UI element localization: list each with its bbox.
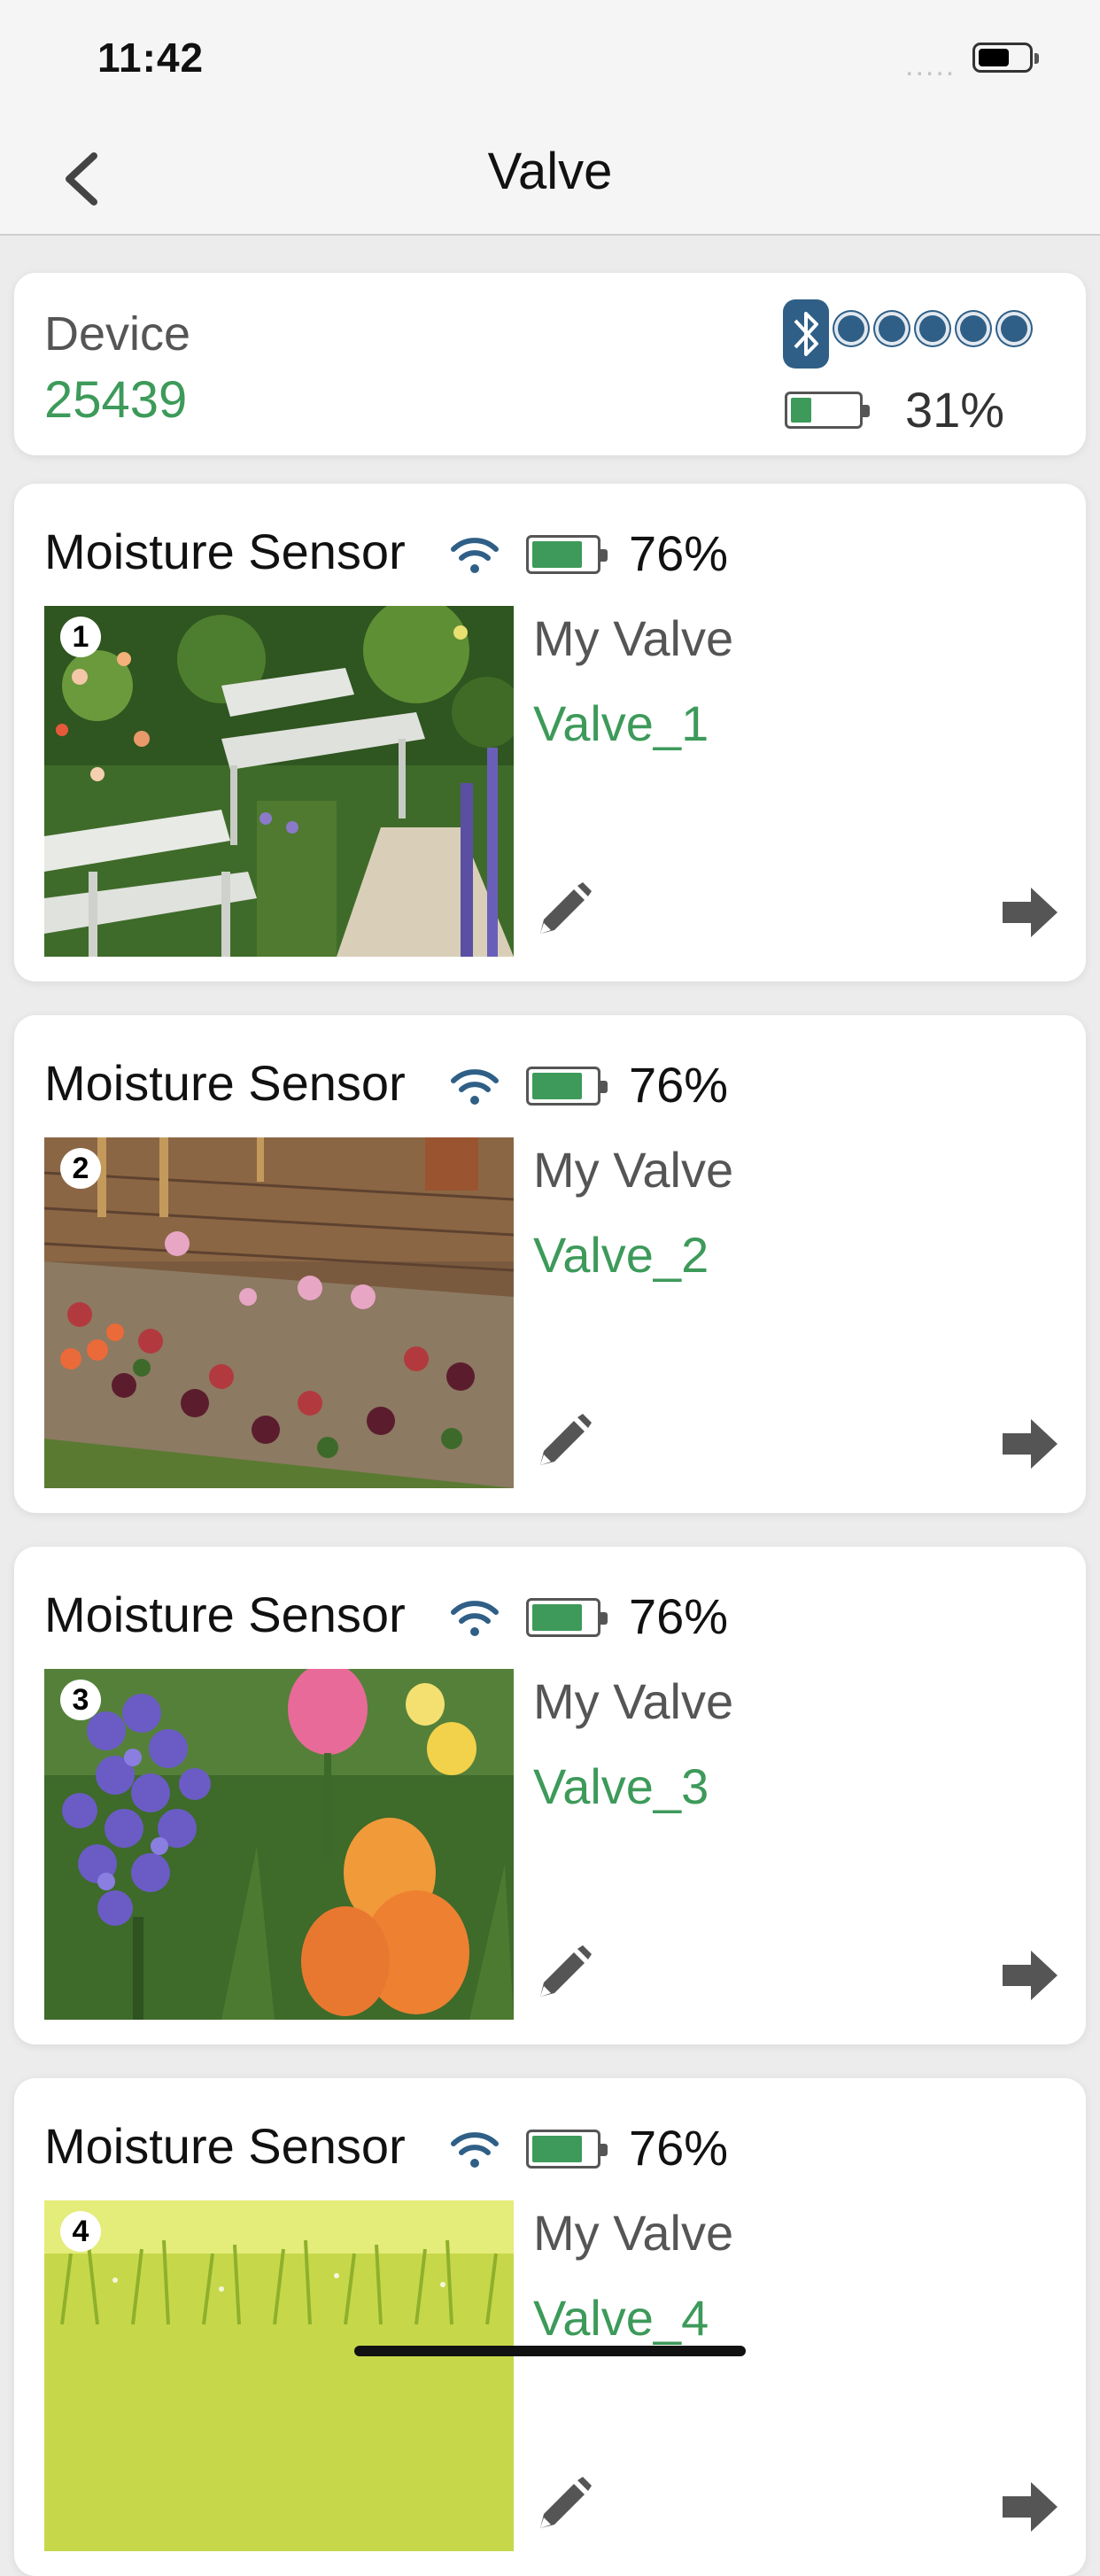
valve-name: Valve_3: [533, 1758, 709, 1814]
valve-index-badge: 4: [60, 2211, 101, 2252]
sensor-title: Moisture Sensor: [44, 524, 406, 579]
device-battery-icon: [785, 392, 870, 429]
arrow-right-icon[interactable]: [999, 1947, 1061, 2004]
pencil-icon[interactable]: [531, 2473, 595, 2537]
battery-icon: [526, 1067, 608, 1106]
battery-icon: [526, 1598, 608, 1637]
valve-name: Valve_2: [533, 1227, 709, 1283]
valve-index-badge: 1: [60, 617, 101, 657]
signal-icon: .....: [905, 49, 957, 82]
valve-name-label: My Valve: [533, 1142, 734, 1198]
battery-percent: 76%: [629, 1588, 729, 1644]
wifi-icon: [451, 2132, 499, 2168]
home-indicator: [354, 2346, 746, 2356]
battery-icon: [526, 2130, 608, 2169]
battery-percent: 76%: [629, 2120, 729, 2176]
valve-photo[interactable]: 1: [44, 606, 514, 957]
connection-dot: [916, 312, 949, 345]
battery-icon: [526, 535, 608, 574]
sensor-title: Moisture Sensor: [44, 1055, 406, 1111]
valve-name: Valve_4: [533, 2290, 709, 2346]
valve-card[interactable]: Moisture Sensor 76% 3 My Valve Valve_3: [14, 1547, 1086, 2045]
arrow-right-icon[interactable]: [999, 1416, 1061, 1472]
connection-indicator: [834, 312, 1031, 345]
valve-photo[interactable]: 4: [44, 2200, 514, 2551]
pencil-icon[interactable]: [531, 879, 595, 943]
connection-dot: [957, 312, 990, 345]
connection-dot: [997, 312, 1031, 345]
valve-name-label: My Valve: [533, 2205, 734, 2261]
wifi-icon: [451, 1601, 499, 1636]
bluetooth-icon: [783, 299, 829, 369]
device-battery-percent: 31%: [905, 382, 1005, 438]
valve-photo[interactable]: 3: [44, 1669, 514, 2020]
valve-name: Valve_1: [533, 695, 709, 751]
valve-name-label: My Valve: [533, 1673, 734, 1729]
wifi-icon: [451, 1069, 499, 1105]
status-bar: 11:42 .....: [0, 0, 1100, 124]
connection-dot: [875, 312, 909, 345]
device-card: Device 25439 31%: [14, 273, 1086, 455]
valve-photo[interactable]: 2: [44, 1137, 514, 1488]
phone-battery-icon: [972, 43, 1039, 73]
arrow-right-icon[interactable]: [999, 884, 1061, 941]
device-id: 25439: [44, 371, 188, 429]
pencil-icon[interactable]: [531, 1942, 595, 2006]
device-label: Device: [44, 307, 191, 361]
connection-dot: [834, 312, 868, 345]
valve-name-label: My Valve: [533, 610, 734, 666]
battery-percent: 76%: [629, 1057, 729, 1113]
valve-card[interactable]: Moisture Sensor 76% 4 My Valve Valve_4: [14, 2078, 1086, 2576]
valve-card[interactable]: Moisture Sensor 76% 2 My Valve Valve_2: [14, 1015, 1086, 1513]
valve-index-badge: 3: [60, 1680, 101, 1720]
arrow-right-icon[interactable]: [999, 2479, 1061, 2535]
valve-card[interactable]: Moisture Sensor 76% 1 My Valve Valve_1: [14, 484, 1086, 982]
pencil-icon[interactable]: [531, 1410, 595, 1474]
status-time: 11:42: [97, 35, 205, 81]
sensor-title: Moisture Sensor: [44, 1587, 406, 1642]
valve-index-badge: 2: [60, 1148, 101, 1189]
page-title: Valve: [487, 143, 613, 200]
nav-bar: Valve: [0, 124, 1100, 236]
sensor-title: Moisture Sensor: [44, 2118, 406, 2174]
wifi-icon: [451, 538, 499, 573]
battery-percent: 76%: [629, 525, 729, 581]
